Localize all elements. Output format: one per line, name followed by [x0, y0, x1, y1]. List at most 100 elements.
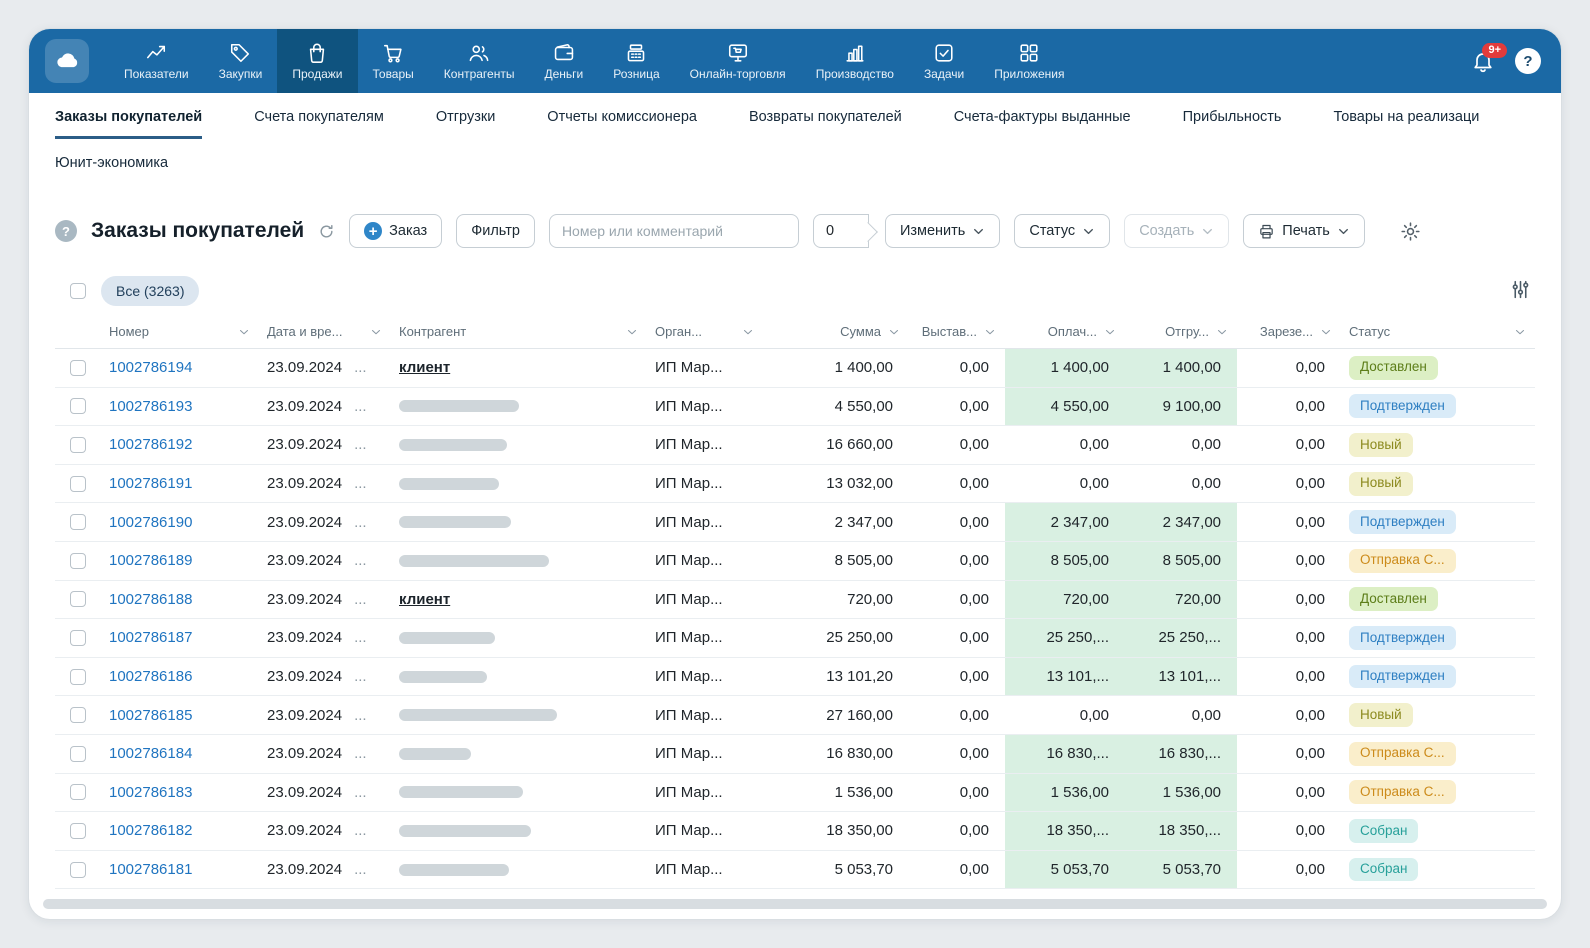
chevron-down-icon[interactable]: [369, 325, 383, 339]
table-row[interactable]: 100278618423.09.2024...ИП Мар...16 830,0…: [55, 735, 1535, 774]
nav-item-counterparties[interactable]: Контрагенты: [429, 29, 530, 93]
contact-link[interactable]: клиент: [399, 359, 450, 376]
table-row[interactable]: 100278619123.09.2024...ИП Мар...13 032,0…: [55, 465, 1535, 504]
settings-button[interactable]: [1393, 213, 1429, 249]
column-header-7[interactable]: Отгру...: [1125, 324, 1237, 339]
row-checkbox[interactable]: [70, 707, 86, 723]
table-row[interactable]: 100278618123.09.2024...ИП Мар...5 053,70…: [55, 851, 1535, 890]
table-row[interactable]: 100278618923.09.2024...ИП Мар...8 505,00…: [55, 542, 1535, 581]
table-row[interactable]: 100278619023.09.2024...ИП Мар...2 347,00…: [55, 503, 1535, 542]
row-checkbox[interactable]: [70, 476, 86, 492]
tab-active[interactable]: Заказы покупателей: [55, 109, 202, 139]
order-number-link[interactable]: 1002786193: [109, 398, 192, 415]
column-header-3[interactable]: Орган...: [647, 324, 763, 339]
row-checkbox[interactable]: [70, 437, 86, 453]
order-number-link[interactable]: 1002786181: [109, 861, 192, 878]
table-row[interactable]: 100278619323.09.2024...ИП Мар...4 550,00…: [55, 388, 1535, 427]
order-number-link[interactable]: 1002786191: [109, 475, 192, 492]
nav-item-tasks[interactable]: Задачи: [909, 29, 979, 93]
page-help-icon[interactable]: ?: [55, 220, 77, 242]
order-number-link[interactable]: 1002786187: [109, 629, 192, 646]
chevron-down-icon[interactable]: [887, 325, 901, 339]
row-checkbox[interactable]: [70, 630, 86, 646]
search-input[interactable]: [549, 214, 799, 248]
filter-button[interactable]: Фильтр: [456, 214, 535, 248]
tab-item[interactable]: Возвраты покупателей: [749, 109, 902, 139]
chevron-down-icon[interactable]: [1319, 325, 1333, 339]
contact-link[interactable]: клиент: [399, 591, 450, 608]
column-header-5[interactable]: Выстав...: [909, 324, 1005, 339]
order-number-link[interactable]: 1002786188: [109, 591, 192, 608]
row-checkbox[interactable]: [70, 669, 86, 685]
column-header-2[interactable]: Контрагент: [391, 324, 647, 339]
select-all-checkbox[interactable]: [70, 283, 86, 299]
table-row[interactable]: 100278618523.09.2024...ИП Мар...27 160,0…: [55, 696, 1535, 735]
order-number-link[interactable]: 1002786192: [109, 436, 192, 453]
order-number-link[interactable]: 1002786186: [109, 668, 192, 685]
column-header-0[interactable]: Номер: [101, 324, 259, 339]
nav-item-indicators[interactable]: Показатели: [109, 29, 204, 93]
nav-item-sales[interactable]: Продажи: [277, 29, 357, 93]
order-number-link[interactable]: 1002786182: [109, 822, 192, 839]
order-number-link[interactable]: 1002786183: [109, 784, 192, 801]
tab-item[interactable]: Счета-фактуры выданные: [954, 109, 1131, 139]
order-number-link[interactable]: 1002786189: [109, 552, 192, 569]
row-checkbox[interactable]: [70, 784, 86, 800]
columns-settings-button[interactable]: [1510, 279, 1531, 300]
order-number-link[interactable]: 1002786185: [109, 707, 192, 724]
row-checkbox[interactable]: [70, 514, 86, 530]
order-number-link[interactable]: 1002786190: [109, 514, 192, 531]
column-header-8[interactable]: Зарезе...: [1237, 324, 1341, 339]
table-row[interactable]: 100278618323.09.2024...ИП Мар...1 536,00…: [55, 774, 1535, 813]
horizontal-scrollbar[interactable]: [43, 899, 1547, 909]
row-checkbox[interactable]: [70, 553, 86, 569]
new-order-button[interactable]: + Заказ: [349, 214, 442, 248]
order-number-link[interactable]: 1002786184: [109, 745, 192, 762]
row-checkbox[interactable]: [70, 823, 86, 839]
nav-item-production[interactable]: Производство: [801, 29, 909, 93]
nav-item-online-trade[interactable]: Онлайн-торговля: [675, 29, 801, 93]
chevron-down-icon[interactable]: [1103, 325, 1117, 339]
tab-item[interactable]: Отгрузки: [436, 109, 495, 139]
column-header-9[interactable]: Статус: [1341, 324, 1535, 339]
select-all-pill[interactable]: Все (3263): [101, 276, 199, 306]
chevron-down-icon[interactable]: [1513, 325, 1527, 339]
table-row[interactable]: 100278618823.09.2024...клиентИП Мар...72…: [55, 581, 1535, 620]
tab-item[interactable]: Отчеты комиссионера: [547, 109, 697, 139]
help-button[interactable]: ?: [1515, 48, 1541, 74]
row-checkbox[interactable]: [70, 862, 86, 878]
tab-item[interactable]: Счета покупателям: [254, 109, 384, 139]
table-row[interactable]: 100278619423.09.2024...клиентИП Мар...1 …: [55, 349, 1535, 388]
column-header-6[interactable]: Оплач...: [1005, 324, 1125, 339]
chevron-down-icon[interactable]: [741, 325, 755, 339]
nav-item-goods[interactable]: Товары: [358, 29, 429, 93]
nav-item-purchases[interactable]: Закупки: [204, 29, 278, 93]
tab-item[interactable]: Прибыльность: [1183, 109, 1282, 139]
nav-item-retail[interactable]: Розница: [598, 29, 674, 93]
notifications-button[interactable]: 9+: [1471, 49, 1495, 73]
change-dropdown[interactable]: Изменить: [885, 214, 1000, 248]
print-dropdown[interactable]: Печать: [1243, 214, 1365, 248]
table-row[interactable]: 100278618723.09.2024...ИП Мар...25 250,0…: [55, 619, 1535, 658]
order-number-link[interactable]: 1002786194: [109, 359, 192, 376]
row-checkbox[interactable]: [70, 360, 86, 376]
table-row[interactable]: 100278618623.09.2024...ИП Мар...13 101,2…: [55, 658, 1535, 697]
tab-item[interactable]: Юнит-экономика: [55, 155, 168, 185]
tab-item[interactable]: Товары на реализаци: [1333, 109, 1479, 139]
chevron-down-icon[interactable]: [1215, 325, 1229, 339]
nav-item-money[interactable]: Деньги: [529, 29, 598, 93]
create-dropdown[interactable]: Создать: [1124, 214, 1229, 248]
table-row[interactable]: 100278618223.09.2024...ИП Мар...18 350,0…: [55, 812, 1535, 851]
app-logo[interactable]: [45, 39, 89, 83]
table-row[interactable]: 100278619223.09.2024...ИП Мар...16 660,0…: [55, 426, 1535, 465]
row-checkbox[interactable]: [70, 746, 86, 762]
chevron-down-icon[interactable]: [625, 325, 639, 339]
status-dropdown[interactable]: Статус: [1014, 214, 1110, 248]
row-checkbox[interactable]: [70, 398, 86, 414]
chevron-down-icon[interactable]: [983, 325, 997, 339]
refresh-icon[interactable]: [318, 223, 335, 240]
column-header-1[interactable]: Дата и вре...: [259, 324, 391, 339]
row-checkbox[interactable]: [70, 591, 86, 607]
column-header-4[interactable]: Сумма: [763, 324, 909, 339]
nav-item-apps[interactable]: Приложения: [979, 29, 1079, 93]
